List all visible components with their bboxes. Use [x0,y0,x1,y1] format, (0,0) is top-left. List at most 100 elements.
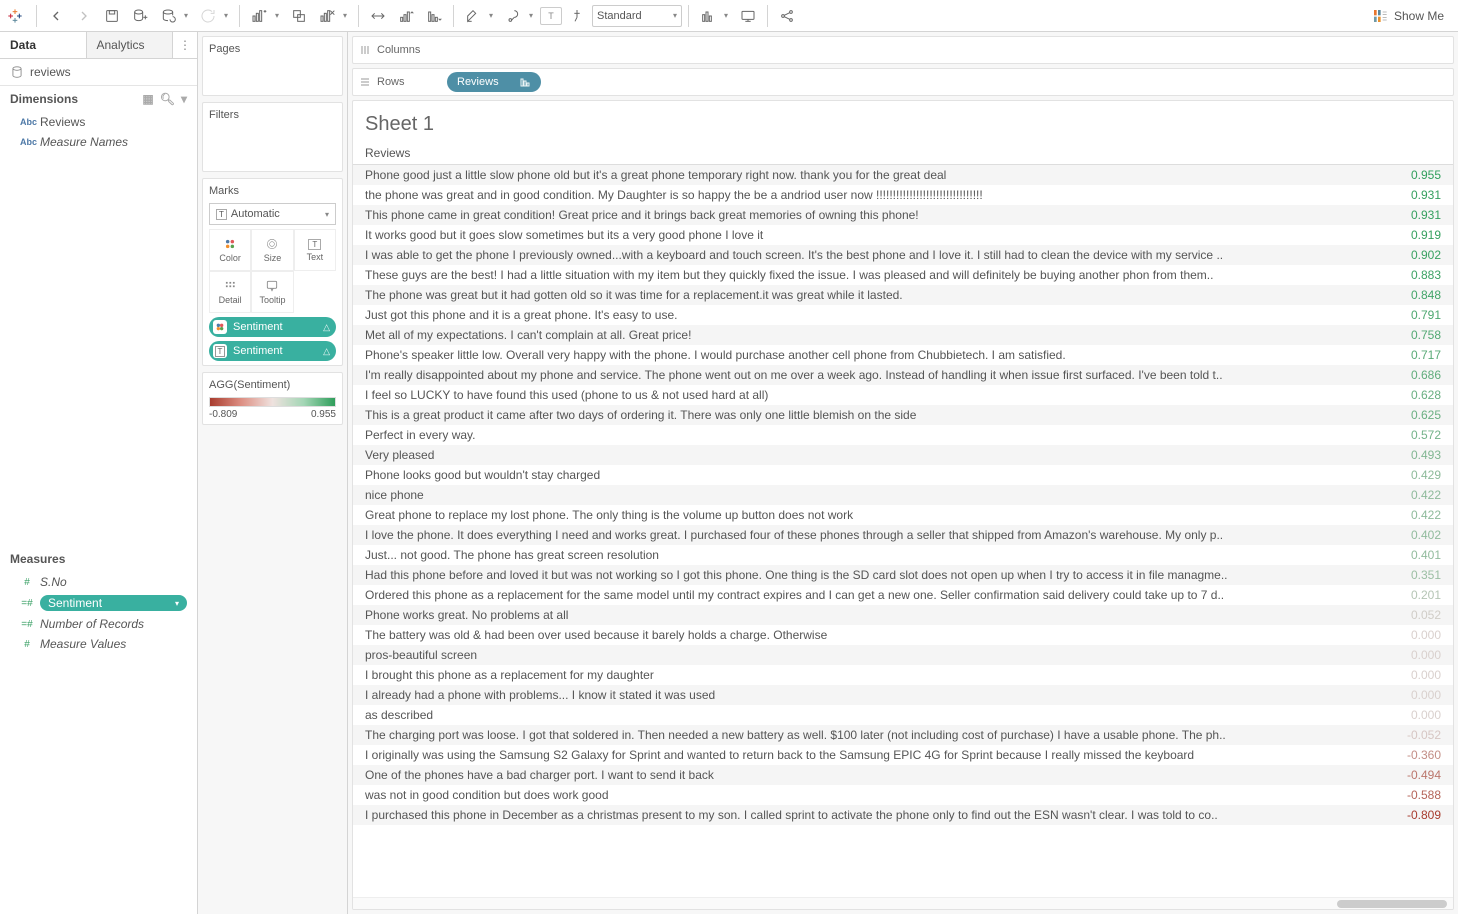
forward-button[interactable] [71,3,97,29]
pages-card[interactable]: Pages [202,36,343,96]
table-row[interactable]: The phone was great but it had gotten ol… [353,285,1453,305]
swap-button[interactable] [365,3,391,29]
table-row[interactable]: nice phone0.422 [353,485,1453,505]
show-cards-button[interactable] [695,3,721,29]
measure-field[interactable]: #S.No [0,572,197,592]
dimension-field[interactable]: AbcReviews [0,112,197,132]
marks-color-cell[interactable]: Color [209,229,251,271]
table-row[interactable]: I was able to get the phone I previously… [353,245,1453,265]
share-button[interactable] [774,3,800,29]
sentiment-value: 0.000 [1381,688,1441,702]
rows-shelf[interactable]: Rows Reviews [352,68,1454,96]
table-row[interactable]: It works good but it goes slow sometimes… [353,225,1453,245]
table-row[interactable]: I originally was using the Samsung S2 Ga… [353,745,1453,765]
sentiment-value: -0.809 [1381,808,1441,822]
presentation-button[interactable] [735,3,761,29]
table-row[interactable]: The charging port was loose. I got that … [353,725,1453,745]
run-button[interactable] [195,3,221,29]
table-row[interactable]: This phone came in great condition! Grea… [353,205,1453,225]
measure-field[interactable]: =#Number of Records [0,614,197,634]
menu-icon[interactable]: ▾ [181,92,187,106]
separator [239,5,240,27]
marks-detail-cell[interactable]: Detail [209,271,251,313]
table-row[interactable]: These guys are the best! I had a little … [353,265,1453,285]
show-me-button[interactable]: Show Me [1364,3,1452,29]
dimension-field[interactable]: AbcMeasure Names [0,132,197,152]
table-row[interactable]: One of the phones have a bad charger por… [353,765,1453,785]
filters-label: Filters [209,107,336,123]
sort-asc-button[interactable] [393,3,419,29]
table-row[interactable]: Perfect in every way.0.572 [353,425,1453,445]
table-row[interactable]: pros-beautiful screen0.000 [353,645,1453,665]
marks-tooltip-cell[interactable]: Tooltip [251,271,293,313]
mark-pill-color[interactable]: Sentiment△ [209,317,336,337]
dropdown-icon[interactable]: ▾ [486,11,496,20]
table-row[interactable]: This is a great product it came after tw… [353,405,1453,425]
view-toggle-icon[interactable]: ▦ [142,92,153,106]
pin-button[interactable] [564,3,590,29]
calc-icon: =# [20,598,34,609]
table-row[interactable]: I brought this phone as a replacement fo… [353,665,1453,685]
search-icon[interactable]: 🔍︎ [160,92,175,106]
rows-pill-reviews[interactable]: Reviews [447,72,541,92]
new-worksheet-button[interactable] [246,3,272,29]
horizontal-scrollbar[interactable] [353,897,1453,909]
dropdown-icon[interactable]: ▾ [526,11,536,20]
table-row[interactable]: was not in good condition but does work … [353,785,1453,805]
dropdown-icon[interactable]: ▾ [340,11,350,20]
clear-button[interactable] [314,3,340,29]
duplicate-button[interactable] [286,3,312,29]
table-row[interactable]: I purchased this phone in December as a … [353,805,1453,825]
fit-selector[interactable]: Standard▾ [592,5,682,27]
filters-card[interactable]: Filters [202,102,343,172]
save-button[interactable] [99,3,125,29]
review-text: Great phone to replace my lost phone. Th… [365,508,1381,522]
table-row[interactable]: as described0.000 [353,705,1453,725]
table-row[interactable]: Great phone to replace my lost phone. Th… [353,505,1453,525]
table-row[interactable]: I love the phone. It does everything I n… [353,525,1453,545]
tab-options-icon[interactable]: ⋮ [173,32,197,58]
group-button[interactable] [500,3,526,29]
dropdown-icon[interactable]: ▾ [721,11,731,20]
mark-pill-text[interactable]: TSentiment△ [209,341,336,361]
marks-type-selector[interactable]: TAutomatic ▾ [209,203,336,225]
table-row[interactable]: I'm really disappointed about my phone a… [353,365,1453,385]
table-row[interactable]: Just... not good. The phone has great sc… [353,545,1453,565]
measure-field[interactable]: =#Sentiment▾ [0,592,197,614]
autoupdate-button[interactable] [155,3,181,29]
measure-field[interactable]: #Measure Values [0,634,197,654]
table-row[interactable]: The battery was old & had been over used… [353,625,1453,645]
datasource-row[interactable]: reviews [0,59,197,86]
dropdown-icon[interactable]: ▾ [181,11,191,20]
table-row[interactable]: Very pleased0.493 [353,445,1453,465]
dropdown-icon[interactable]: ▾ [221,11,231,20]
table-row[interactable]: Phone looks good but wouldn't stay charg… [353,465,1453,485]
table-row[interactable]: Phone's speaker little low. Overall very… [353,345,1453,365]
columns-shelf[interactable]: Columns [352,36,1454,64]
labels-button[interactable]: T [540,7,562,25]
back-button[interactable] [43,3,69,29]
data-table[interactable]: Phone good just a little slow phone old … [353,165,1453,897]
table-row[interactable]: Ordered this phone as a replacement for … [353,585,1453,605]
color-icon [213,320,227,334]
table-row[interactable]: the phone was great and in good conditio… [353,185,1453,205]
highlight-button[interactable] [460,3,486,29]
table-row[interactable]: Had this phone before and loved it but w… [353,565,1453,585]
marks-text-cell[interactable]: TText [294,229,336,271]
table-row[interactable]: Phone works great. No problems at all0.0… [353,605,1453,625]
sheet-title[interactable]: Sheet 1 [353,101,1453,140]
color-legend-card[interactable]: AGG(Sentiment) -0.809 0.955 [202,372,343,425]
table-row[interactable]: Just got this phone and it is a great ph… [353,305,1453,325]
sort-desc-button[interactable] [421,3,447,29]
tab-analytics[interactable]: Analytics [87,32,174,58]
dropdown-icon[interactable]: ▾ [272,11,282,20]
tab-data[interactable]: Data [0,32,87,58]
table-row[interactable]: Phone good just a little slow phone old … [353,165,1453,185]
table-row[interactable]: I feel so LUCKY to have found this used … [353,385,1453,405]
new-datasource-button[interactable] [127,3,153,29]
review-text: Phone looks good but wouldn't stay charg… [365,468,1381,482]
view-column-header[interactable]: Reviews [353,140,1453,165]
table-row[interactable]: I already had a phone with problems... I… [353,685,1453,705]
table-row[interactable]: Met all of my expectations. I can't comp… [353,325,1453,345]
marks-size-cell[interactable]: Size [251,229,293,271]
